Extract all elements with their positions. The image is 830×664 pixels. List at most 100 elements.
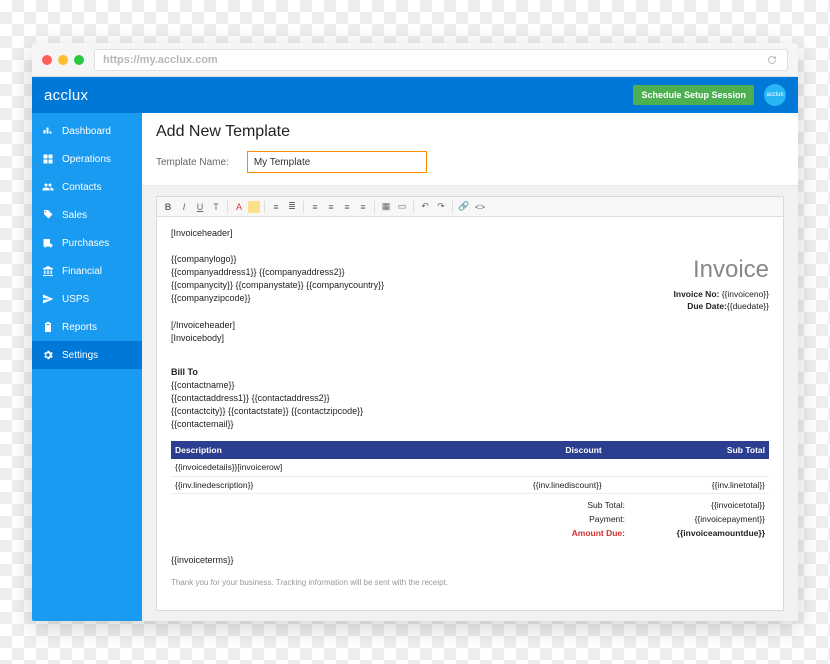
app-header: acclux Schedule Setup Session acclux [32,77,798,113]
sidebar-item-label: Dashboard [62,126,111,137]
invoice-no-label: Invoice No: [674,289,720,299]
italic-icon[interactable]: I [177,200,191,214]
totals-block: Sub Total: {{invoicetotal}} Payment: {{i… [171,498,769,541]
highlight-icon[interactable] [248,201,260,213]
bank-icon [42,265,54,277]
table-icon[interactable]: ▦ [379,200,393,214]
url-bar[interactable]: https://my.acclux.com [94,49,788,71]
sidebar-item-label: Settings [62,350,98,361]
minimize-icon[interactable] [58,55,68,65]
company-zip: {{companyzipcode}} [171,292,384,305]
source-icon[interactable]: <> [473,200,487,214]
billto-email: {{contactemail}} [171,418,769,431]
billto-address: {{contactaddress1}} {{contactaddress2}} [171,392,769,405]
invoice-terms: {{invoiceterms}} [171,554,769,567]
sidebar-item-label: Contacts [62,182,101,193]
schedule-setup-button[interactable]: Schedule Setup Session [633,85,754,105]
section-tag: [Invoiceheader] [171,227,769,240]
chart-bar-icon [42,125,54,137]
section-tag: [Invoicebody] [171,332,769,345]
invoice-meta: Invoice No: {{invoiceno}} Due Date:{{due… [674,288,769,313]
line-discount: {{inv.linediscount}} [401,476,606,493]
avatar-label: acclux [766,92,783,98]
line-total: {{inv.linetotal}} [606,476,769,493]
sidebar-item-contacts[interactable]: Contacts [32,173,142,201]
truck-icon [42,237,54,249]
subtotal-label: Sub Total: [555,499,625,511]
invoice-heading: Invoice [674,253,769,288]
browser-window: https://my.acclux.com acclux Schedule Se… [32,43,798,621]
amount-due-value: {{invoiceamountdue}} [655,527,765,539]
template-name-input[interactable] [247,151,427,173]
refresh-icon[interactable] [765,53,779,67]
sidebar-item-purchases[interactable]: Purchases [32,229,142,257]
page-title: Add New Template [156,123,784,141]
gear-icon [42,349,54,361]
brand-logo: acclux [44,87,88,104]
invoice-no-value: {{invoiceno}} [722,289,769,299]
editor-document[interactable]: [Invoiceheader] {{companylogo}} {{compan… [157,217,783,610]
template-name-label: Template Name: [156,157,229,168]
sidebar-item-label: Reports [62,322,97,333]
due-date-label: Due Date: [687,301,727,311]
sidebar-item-label: Sales [62,210,87,221]
line-items-table: Description Discount Sub Total {{invoice… [171,441,769,494]
align-center-icon[interactable]: ≡ [324,200,338,214]
sidebar-item-sales[interactable]: Sales [32,201,142,229]
list-ol-icon[interactable]: ≣ [285,200,299,214]
billto-name: {{contactname}} [171,379,769,392]
sidebar-item-reports[interactable]: Reports [32,313,142,341]
sidebar-item-label: USPS [62,294,89,305]
grid-icon [42,153,54,165]
company-block: {{companylogo}} {{companyaddress1}} {{co… [171,253,384,305]
link-icon[interactable]: 🔗 [457,200,471,214]
align-left-icon[interactable]: ≡ [308,200,322,214]
sidebar-item-financial[interactable]: Financial [32,257,142,285]
col-discount: Discount [401,441,606,459]
sidebar: Dashboard Operations Contacts Sales Purc… [32,113,142,621]
bold-icon[interactable]: B [161,200,175,214]
page-header: Add New Template Template Name: [142,113,798,186]
image-icon[interactable]: ▭ [395,200,409,214]
users-icon [42,181,54,193]
font-size-icon[interactable]: T [209,200,223,214]
section-tag: [/Invoiceheader] [171,319,769,332]
subtotal-value: {{invoicetotal}} [655,499,765,511]
text-color-icon[interactable]: A [232,200,246,214]
paper-plane-icon [42,293,54,305]
company-address1: {{companyaddress1}} {{companyaddress2}} [171,266,384,279]
clipboard-icon [42,321,54,333]
redo-icon[interactable]: ↷ [434,200,448,214]
table-row: {{invoicedetails}}[invoicerow] [171,459,769,476]
amount-due-label: Amount Due: [555,527,625,539]
line-description: {{inv.linedescription}} [171,476,401,493]
rich-text-editor: B I U T A ≡ ≣ ≡ ≡ ≡ ≡ ▦ ▭ [156,196,784,611]
close-icon[interactable] [42,55,52,65]
editor-toolbar: B I U T A ≡ ≣ ≡ ≡ ≡ ≡ ▦ ▭ [157,197,783,217]
underline-icon[interactable]: U [193,200,207,214]
row-open-tag: {{invoicedetails}}[invoicerow] [171,459,769,476]
sidebar-item-settings[interactable]: Settings [32,341,142,369]
window-controls [42,55,84,65]
sidebar-item-operations[interactable]: Operations [32,145,142,173]
sidebar-item-label: Purchases [62,238,109,249]
align-right-icon[interactable]: ≡ [340,200,354,214]
company-logo-placeholder: {{companylogo}} [171,253,384,266]
list-ul-icon[interactable]: ≡ [269,200,283,214]
undo-icon[interactable]: ↶ [418,200,432,214]
col-description: Description [171,441,401,459]
table-row: {{inv.linedescription}} {{inv.linediscou… [171,476,769,493]
avatar[interactable]: acclux [764,84,786,106]
billto-heading: Bill To [171,366,769,379]
tag-icon [42,209,54,221]
due-date-value: {{duedate}} [727,301,769,311]
sidebar-item-dashboard[interactable]: Dashboard [32,117,142,145]
browser-titlebar: https://my.acclux.com [32,43,798,77]
col-subtotal: Sub Total [606,441,769,459]
maximize-icon[interactable] [74,55,84,65]
payment-value: {{invoicepayment}} [655,513,765,525]
main-content: Add New Template Template Name: B I U T … [142,113,798,621]
sidebar-item-usps[interactable]: USPS [32,285,142,313]
url-text: https://my.acclux.com [103,54,218,66]
align-justify-icon[interactable]: ≡ [356,200,370,214]
